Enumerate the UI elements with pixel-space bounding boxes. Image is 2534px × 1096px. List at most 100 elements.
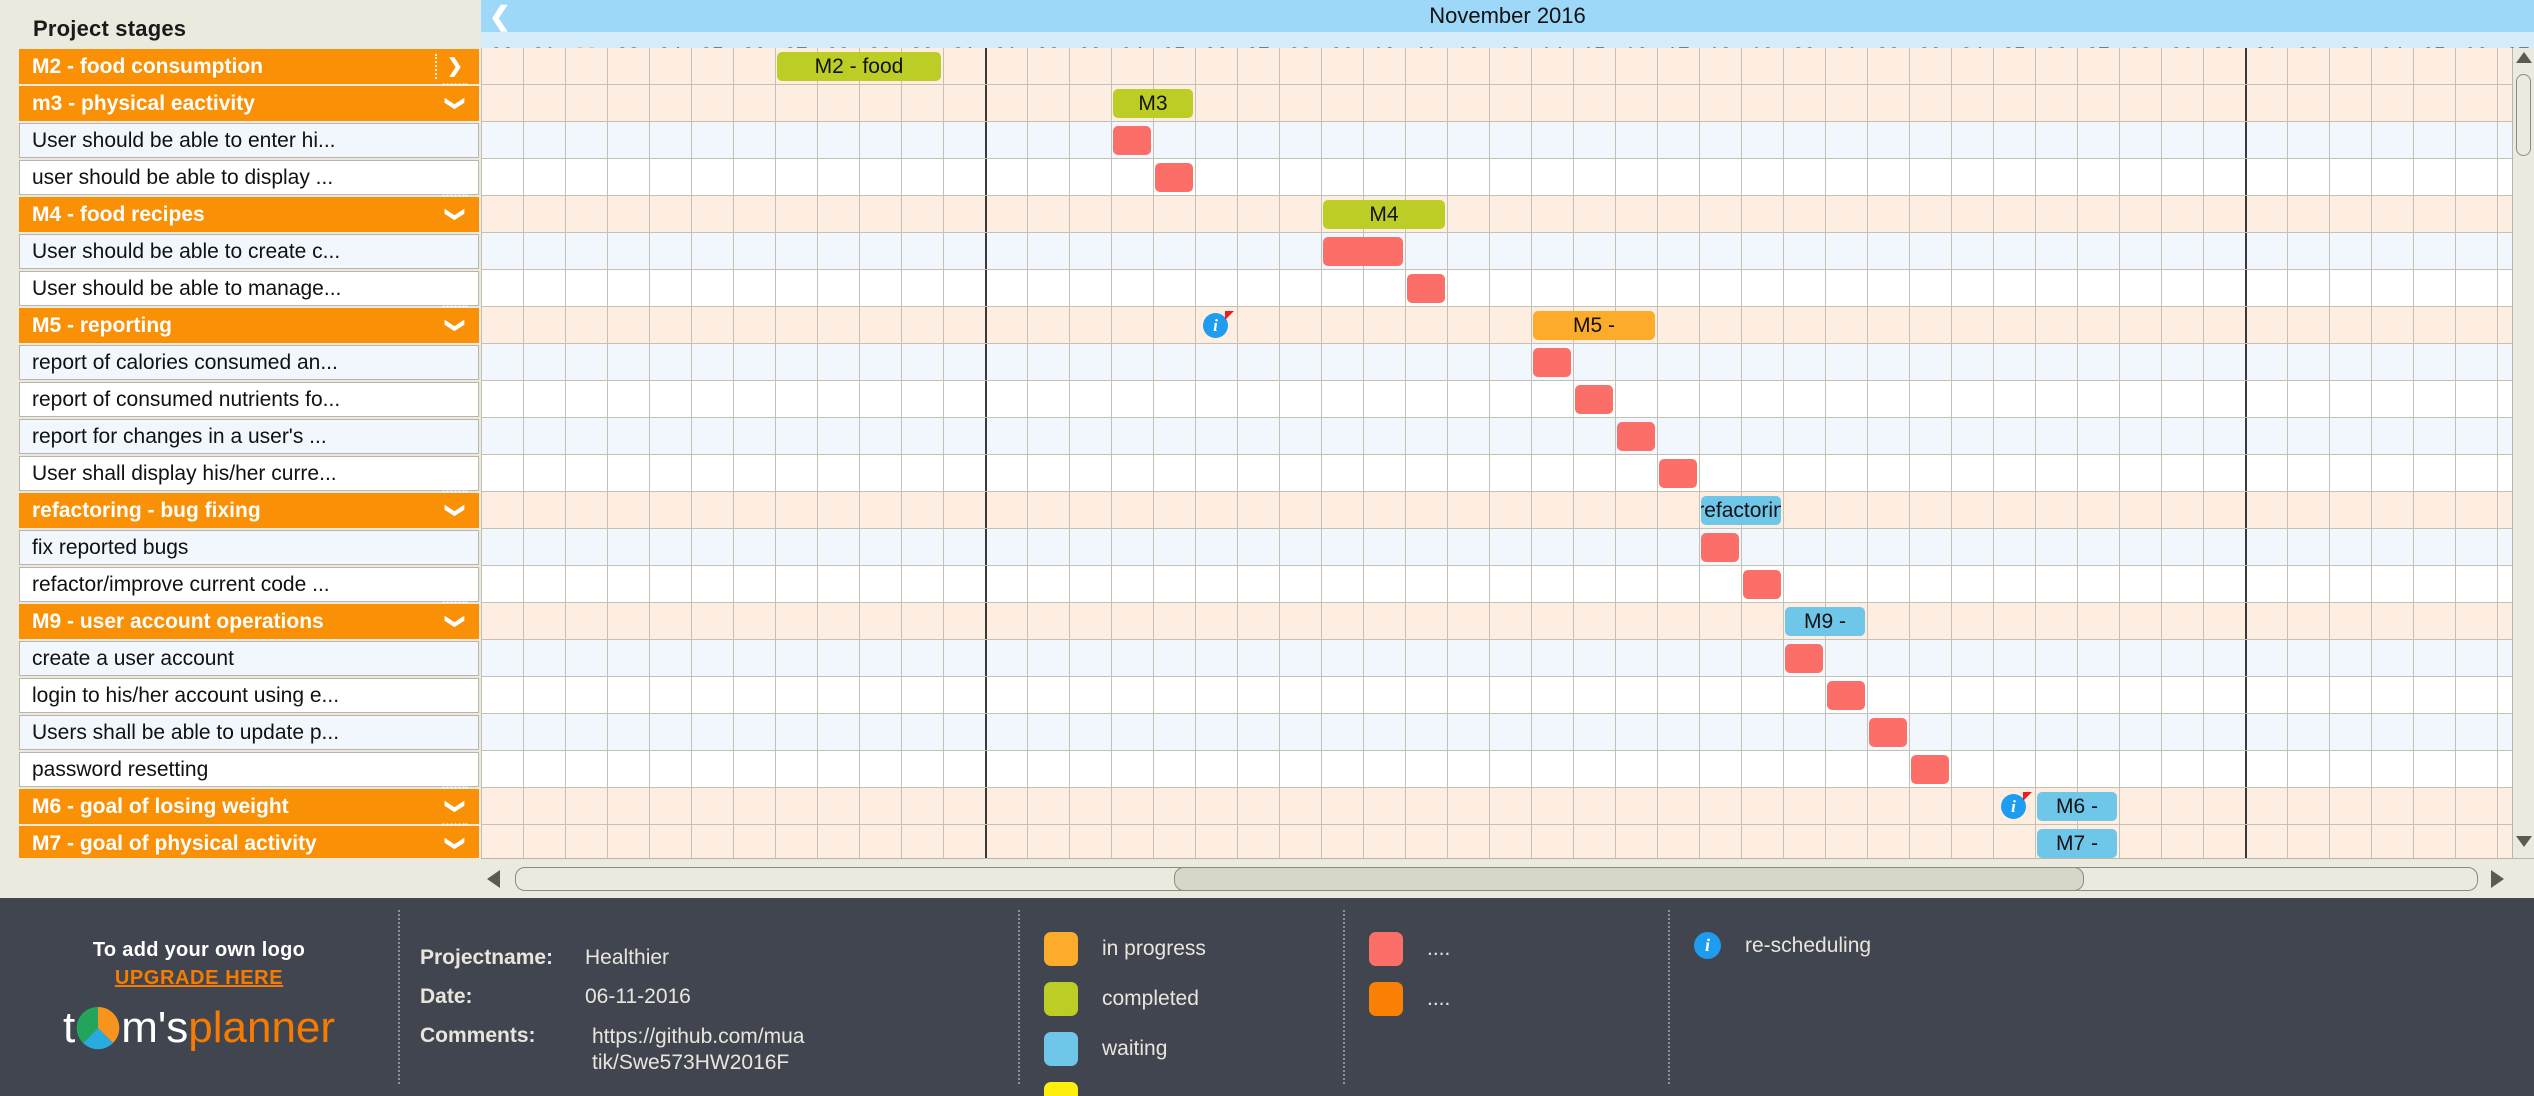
gantt-bar[interactable] <box>1785 644 1823 673</box>
chevron-left-icon[interactable]: ❮ <box>489 2 511 30</box>
task-group-row[interactable]: M4 - food recipes ❯ <box>0 196 481 233</box>
task-label: User should be able to create c... <box>19 234 479 269</box>
gantt-bar[interactable] <box>1869 718 1907 747</box>
scroll-down-icon[interactable] <box>2515 836 2533 854</box>
gantt-row: M9 - <box>481 603 2534 640</box>
task-group-row[interactable]: M7 - goal of physical activity ❯ <box>0 825 481 858</box>
task-group-row[interactable]: M5 - reporting ❯ <box>0 307 481 344</box>
task-label: M5 - reporting <box>19 308 479 343</box>
chevron-down-icon[interactable]: ❯ <box>438 491 473 531</box>
vertical-scroll-thumb[interactable] <box>2516 74 2531 156</box>
comments-label: Comments: <box>420 1024 536 1047</box>
task-row[interactable]: User should be able to create c... <box>0 233 481 270</box>
gantt-bar[interactable] <box>1155 163 1193 192</box>
gantt-bar[interactable] <box>1659 459 1697 488</box>
footer-divider-1 <box>398 910 400 1084</box>
task-label: M4 - food recipes <box>19 197 479 232</box>
gantt-bar[interactable] <box>1617 422 1655 451</box>
gantt-bar[interactable]: refactorin <box>1701 496 1781 525</box>
gantt-bar[interactable] <box>1113 126 1151 155</box>
gantt-bar[interactable] <box>1575 385 1613 414</box>
task-row[interactable]: user should be able to display ... <box>0 159 481 196</box>
gantt-bar[interactable]: M3 <box>1113 89 1193 118</box>
gantt-row <box>481 270 2534 307</box>
task-rows-container: M2 - food consumption ❯ m3 - physical eact… <box>0 48 481 858</box>
task-label: report of calories consumed an... <box>19 345 479 380</box>
gantt-gridlines <box>481 529 2534 566</box>
gantt-bar[interactable] <box>1533 348 1571 377</box>
chevron-down-icon[interactable]: ❯ <box>438 787 473 827</box>
task-group-row[interactable]: M6 - goal of losing weight ❯ <box>0 788 481 825</box>
task-row[interactable]: report of consumed nutrients fo... <box>0 381 481 418</box>
horizontal-scroll-thumb[interactable] <box>1174 867 2084 891</box>
legend-item: waiting <box>1044 1032 1167 1066</box>
chevron-down-icon[interactable]: ❯ <box>438 195 473 235</box>
add-logo-text: To add your own logo <box>92 938 306 961</box>
task-row[interactable]: refactor/improve current code ... <box>0 566 481 603</box>
task-row[interactable]: User shall display his/her curre... <box>0 455 481 492</box>
gantt-bar[interactable]: M2 - food <box>777 52 941 81</box>
scroll-up-icon[interactable] <box>2515 52 2533 70</box>
chevron-down-icon[interactable]: ❯ <box>438 824 473 859</box>
legend-swatch <box>1044 1032 1078 1066</box>
gantt-row <box>481 566 2534 603</box>
chevron-down-icon[interactable]: ❯ <box>438 306 473 346</box>
task-label: M2 - food consumption <box>19 49 479 84</box>
legend-label: re-scheduling <box>1745 933 1872 957</box>
task-row[interactable]: password resetting <box>0 751 481 788</box>
task-label: M7 - goal of physical activity <box>19 826 479 858</box>
gantt-bar[interactable] <box>1701 533 1739 562</box>
task-row[interactable]: report for changes in a user's ... <box>0 418 481 455</box>
legend-swatch <box>1369 982 1403 1016</box>
task-row[interactable]: fix reported bugs <box>0 529 481 566</box>
gantt-gridlines <box>481 381 2534 418</box>
task-label: report for changes in a user's ... <box>19 419 479 454</box>
brand-text-2: m's <box>121 1002 189 1052</box>
horizontal-scrollbar[interactable] <box>481 858 2534 898</box>
gantt-bar[interactable] <box>1827 681 1865 710</box>
task-row[interactable]: User should be able to manage... <box>0 270 481 307</box>
chevron-down-icon[interactable]: ❯ <box>438 602 473 642</box>
gantt-bar[interactable]: M9 - <box>1785 607 1865 636</box>
task-row[interactable]: create a user account <box>0 640 481 677</box>
task-row[interactable]: report of calories consumed an... <box>0 344 481 381</box>
scroll-left-icon[interactable] <box>487 870 500 888</box>
gantt-bar[interactable]: M4 <box>1323 200 1445 229</box>
gantt-gridlines <box>481 233 2534 270</box>
vertical-scrollbar[interactable] <box>2512 48 2534 858</box>
gantt-bar[interactable] <box>1911 755 1949 784</box>
comments-value: https://github.com/muatik/Swe573HW2016F <box>592 1025 805 1074</box>
task-group-row[interactable]: M2 - food consumption ❯ <box>0 48 481 85</box>
gantt-row: M2 - food <box>481 48 2534 85</box>
task-row[interactable]: User should be able to enter hi... <box>0 122 481 159</box>
task-row[interactable]: Users shall be able to update p... <box>0 714 481 751</box>
gantt-bar[interactable]: M5 - <box>1533 311 1655 340</box>
gantt-row <box>481 529 2534 566</box>
task-label: fix reported bugs <box>19 530 479 565</box>
scroll-right-icon[interactable] <box>2491 870 2504 888</box>
task-group-row[interactable]: m3 - physical eactivity ❯ <box>0 85 481 122</box>
gantt-bar[interactable] <box>1407 274 1445 303</box>
footer-divider-2 <box>1018 910 1020 1084</box>
gantt-gridlines <box>481 788 2534 825</box>
gantt-bar[interactable]: M6 - <box>2037 792 2117 821</box>
chevron-right-icon[interactable]: ❯ <box>435 49 475 84</box>
footer-divider-4 <box>1668 910 1670 1084</box>
task-group-row[interactable]: refactoring - bug fixing ❯ <box>0 492 481 529</box>
upgrade-here-link[interactable]: UPGRADE HERE <box>115 967 283 990</box>
gantt-gridlines <box>481 418 2534 455</box>
planner-area: Project stages M2 - food consumption ❯ m3 … <box>0 0 2534 898</box>
task-label: User should be able to enter hi... <box>19 123 479 158</box>
gantt-row <box>481 640 2534 677</box>
gantt-bar[interactable] <box>1323 237 1403 266</box>
task-group-row[interactable]: M9 - user account operations ❯ <box>0 603 481 640</box>
task-row[interactable]: login to his/her account using e... <box>0 677 481 714</box>
gantt-bar[interactable]: M7 - <box>2037 829 2117 858</box>
task-label: m3 - physical eactivity <box>19 86 479 121</box>
chevron-down-icon[interactable]: ❯ <box>438 84 473 124</box>
legend-item: in progress <box>1044 932 1206 966</box>
gantt-bar[interactable] <box>1743 570 1781 599</box>
gantt-gridlines <box>481 344 2534 381</box>
task-label: refactoring - bug fixing <box>19 493 479 528</box>
legend-swatch <box>1044 1082 1078 1096</box>
